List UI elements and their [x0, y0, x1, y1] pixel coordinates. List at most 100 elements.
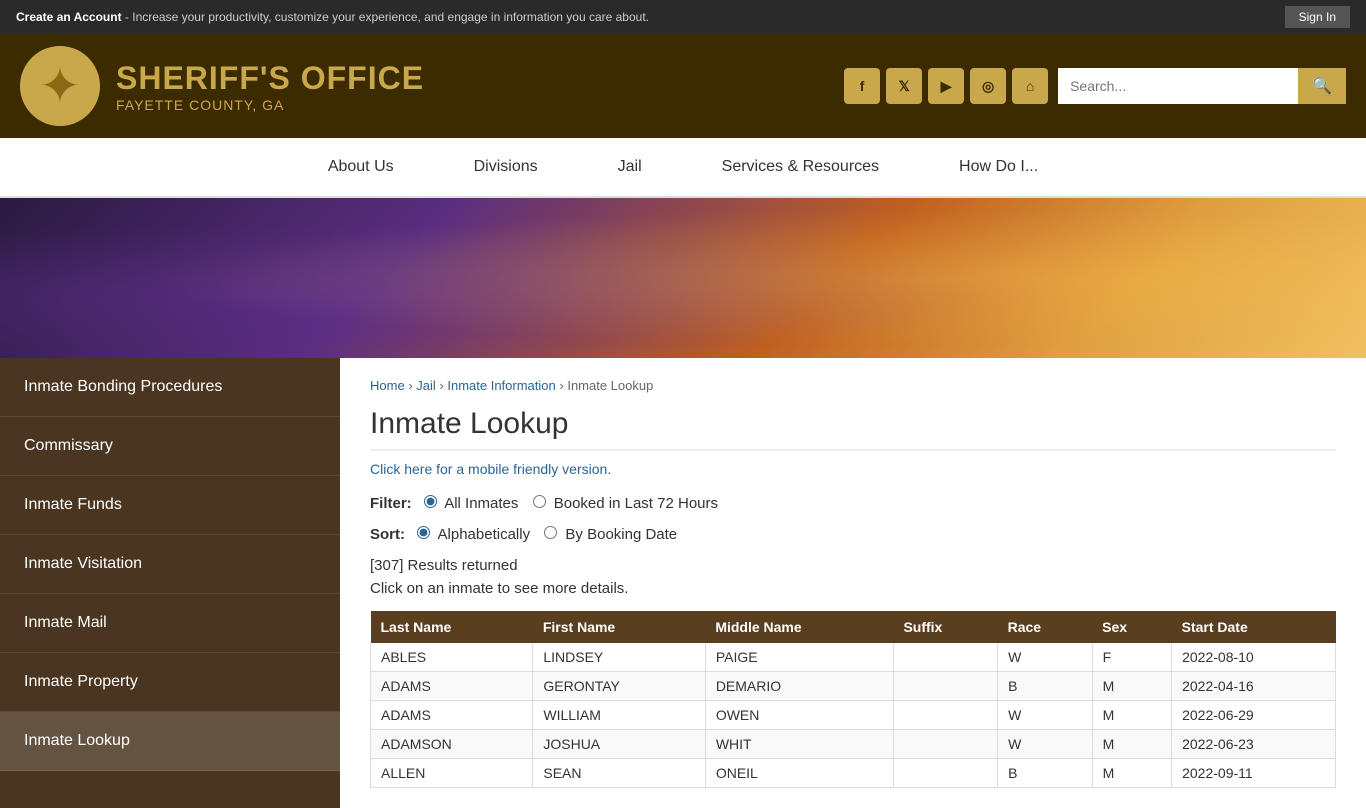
cell-race: W — [998, 643, 1093, 672]
table-row[interactable]: ADAMSONJOSHUAWHIT WM2022-06-23 — [371, 730, 1336, 759]
sort-alpha-label: Alphabetically — [438, 526, 531, 543]
cell-start: 2022-06-29 — [1172, 701, 1336, 730]
cell-suffix — [893, 643, 997, 672]
table-header-row: Last Name First Name Middle Name Suffix … — [371, 611, 1336, 643]
site-header: ✦ SHERIFF'S OFFICE FAYETTE COUNTY, GA f … — [0, 34, 1366, 138]
cell-sex: F — [1092, 643, 1171, 672]
cell-last: ADAMSON — [371, 730, 533, 759]
header-right: f 𝕏 ▶ ◎ ⌂ 🔍 — [844, 68, 1346, 104]
breadcrumb-current: Inmate Lookup — [567, 378, 653, 393]
cell-start: 2022-09-11 — [1172, 759, 1336, 788]
sidebar: Inmate Bonding Procedures Commissary Inm… — [0, 358, 340, 808]
logo: ✦ — [20, 46, 100, 126]
breadcrumb: Home › Jail › Inmate Information › Inmat… — [370, 378, 1336, 393]
sidebar-item-mail[interactable]: Inmate Mail — [0, 594, 340, 653]
col-sex: Sex — [1092, 611, 1171, 643]
sidebar-item-funds[interactable]: Inmate Funds — [0, 476, 340, 535]
cell-last: ADAMS — [371, 672, 533, 701]
facebook-icon[interactable]: f — [844, 68, 880, 104]
filter-all-label: All Inmates — [444, 495, 518, 512]
search-button[interactable]: 🔍 — [1298, 68, 1346, 104]
twitter-icon[interactable]: 𝕏 — [886, 68, 922, 104]
top-bar-message: Create an Account - Increase your produc… — [16, 10, 649, 24]
sort-alpha-radio[interactable] — [417, 526, 430, 539]
cell-middle: ONEIL — [705, 759, 893, 788]
mobile-friendly-link[interactable]: Click here for a mobile friendly version… — [370, 461, 1336, 477]
table-row[interactable]: ADAMSWILLIAMOWENWM2022-06-29 — [371, 701, 1336, 730]
page-title: Inmate Lookup — [370, 407, 1336, 451]
nav-services-resources[interactable]: Services & Resources — [682, 138, 919, 196]
sidebar-item-bonding[interactable]: Inmate Bonding Procedures — [0, 358, 340, 417]
cell-suffix — [893, 672, 997, 701]
sort-label: Sort: — [370, 526, 405, 543]
results-count: [307] Results returned — [370, 557, 1336, 574]
top-bar: Create an Account - Increase your produc… — [0, 0, 1366, 34]
org-subtitle: FAYETTE COUNTY, GA — [116, 97, 424, 113]
cell-suffix — [893, 730, 997, 759]
cell-race: B — [998, 672, 1093, 701]
breadcrumb-inmate-info[interactable]: Inmate Information — [447, 378, 555, 393]
filter-72hours-label: Booked in Last 72 Hours — [554, 495, 718, 512]
col-race: Race — [998, 611, 1093, 643]
cell-middle: DEMARIO — [705, 672, 893, 701]
cell-middle: PAIGE — [705, 643, 893, 672]
filter-72hours-radio[interactable] — [533, 495, 546, 508]
cell-start: 2022-04-16 — [1172, 672, 1336, 701]
nav-how-do-i[interactable]: How Do I... — [919, 138, 1078, 196]
org-name: SHERIFF'S OFFICE — [116, 60, 424, 97]
col-first-name: First Name — [533, 611, 705, 643]
sort-alpha[interactable]: Alphabetically — [417, 526, 534, 543]
home-icon[interactable]: ⌂ — [1012, 68, 1048, 104]
col-middle-name: Middle Name — [705, 611, 893, 643]
table-row[interactable]: ABLESLINDSEYPAIGE WF2022-08-10 — [371, 643, 1336, 672]
cell-first: WILLIAM — [533, 701, 705, 730]
search-input[interactable] — [1058, 68, 1298, 104]
cell-last: ALLEN — [371, 759, 533, 788]
filter-row: Filter: All Inmates Booked in Last 72 Ho… — [370, 495, 1336, 512]
cell-middle: WHIT — [705, 730, 893, 759]
nav-divisions[interactable]: Divisions — [434, 138, 578, 196]
hero-banner — [0, 198, 1366, 358]
youtube-icon[interactable]: ▶ — [928, 68, 964, 104]
nav-about-us[interactable]: About Us — [288, 138, 434, 196]
create-account-link[interactable]: Create an Account — [16, 10, 122, 24]
main-nav: About Us Divisions Jail Services & Resou… — [0, 138, 1366, 198]
filter-72hours[interactable]: Booked in Last 72 Hours — [533, 495, 718, 512]
nav-jail[interactable]: Jail — [578, 138, 682, 196]
breadcrumb-home[interactable]: Home — [370, 378, 405, 393]
table-row[interactable]: ALLENSEANONEILBM2022-09-11 — [371, 759, 1336, 788]
main-content: Home › Jail › Inmate Information › Inmat… — [340, 358, 1366, 808]
cell-first: SEAN — [533, 759, 705, 788]
cell-sex: M — [1092, 730, 1171, 759]
cell-last: ADAMS — [371, 701, 533, 730]
sidebar-item-lookup[interactable]: Inmate Lookup — [0, 712, 340, 771]
cell-middle: OWEN — [705, 701, 893, 730]
cell-race: W — [998, 730, 1093, 759]
cell-start: 2022-06-23 — [1172, 730, 1336, 759]
cell-last: ABLES — [371, 643, 533, 672]
cell-first: LINDSEY — [533, 643, 705, 672]
sign-in-button[interactable]: Sign In — [1285, 6, 1350, 28]
cell-race: B — [998, 759, 1093, 788]
cell-sex: M — [1092, 672, 1171, 701]
sidebar-item-commissary[interactable]: Commissary — [0, 417, 340, 476]
filter-all-inmates[interactable]: All Inmates — [424, 495, 523, 512]
cell-first: GERONTAY — [533, 672, 705, 701]
cell-suffix — [893, 759, 997, 788]
filter-all-radio[interactable] — [424, 495, 437, 508]
social-icons: f 𝕏 ▶ ◎ ⌂ — [844, 68, 1048, 104]
sidebar-item-property[interactable]: Inmate Property — [0, 653, 340, 712]
col-start-date: Start Date — [1172, 611, 1336, 643]
table-row[interactable]: ADAMSGERONTAYDEMARIO BM2022-04-16 — [371, 672, 1336, 701]
sort-date[interactable]: By Booking Date — [544, 526, 677, 543]
instagram-icon[interactable]: ◎ — [970, 68, 1006, 104]
sidebar-item-visitation[interactable]: Inmate Visitation — [0, 535, 340, 594]
breadcrumb-jail[interactable]: Jail — [416, 378, 436, 393]
cell-race: W — [998, 701, 1093, 730]
sort-date-radio[interactable] — [544, 526, 557, 539]
cell-suffix — [893, 701, 997, 730]
col-suffix: Suffix — [893, 611, 997, 643]
filter-label: Filter: — [370, 495, 412, 512]
cell-start: 2022-08-10 — [1172, 643, 1336, 672]
cell-first: JOSHUA — [533, 730, 705, 759]
